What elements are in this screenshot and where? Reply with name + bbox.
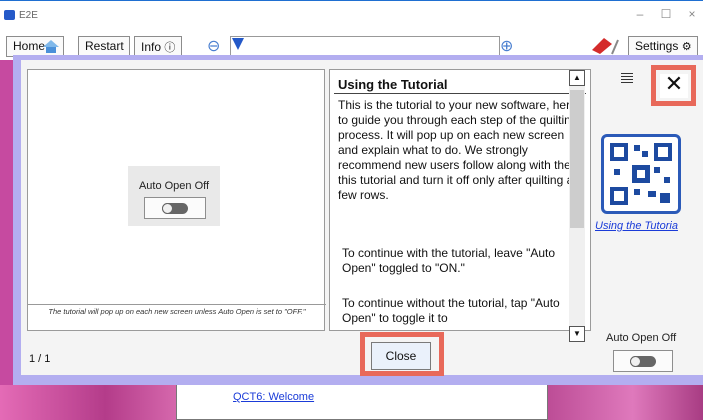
qr-code-icon[interactable] [601, 134, 681, 214]
tutorial-preview-pane: Auto Open Off The tutorial will pop up o… [27, 69, 326, 331]
auto-open-note: The tutorial will pop up on each new scr… [48, 307, 306, 316]
settings-button[interactable]: Settings ⚙ [628, 36, 698, 57]
toggle-knob [162, 203, 173, 214]
tutorial-continue-text: To continue with the tutorial, leave "Au… [342, 246, 556, 275]
minimize-button[interactable]: – [630, 7, 650, 21]
welcome-panel: QCT6: Welcome [176, 382, 548, 420]
house-icon [43, 40, 59, 53]
close-x-icon[interactable]: ✕ [660, 74, 688, 98]
window-close-button[interactable]: × [682, 7, 702, 21]
maximize-button[interactable]: ☐ [656, 7, 676, 21]
text-scrollbar[interactable]: ▲ ▼ [569, 70, 585, 342]
info-button[interactable]: Info ⓘ [134, 36, 182, 57]
toggle-track [162, 203, 188, 214]
close-button[interactable]: Close [371, 342, 431, 370]
close-x-highlight: ✕ [651, 65, 696, 106]
window-title: E2E [19, 10, 38, 21]
zoom-slider[interactable] [230, 36, 500, 56]
info-icon: ⓘ [164, 42, 176, 54]
scroll-thumb[interactable] [570, 90, 584, 228]
title-divider [334, 93, 586, 94]
tutorial-title: Using the Tutorial [338, 77, 448, 92]
title-bar: E2E – ☐ × [0, 0, 703, 34]
tutorial-overlay: Auto Open Off The tutorial will pop up o… [13, 55, 703, 385]
scroll-down-icon[interactable]: ▼ [569, 326, 585, 342]
tutorial-text-pane[interactable]: Using the Tutorial This is the tutorial … [329, 69, 591, 331]
settings-label: Settings [635, 39, 679, 53]
tutorial-skip-text: To continue without the tutorial, tap "A… [342, 296, 560, 325]
gear-icon: ⚙ [681, 41, 692, 53]
auto-open-status-label: Auto Open Off [606, 332, 677, 344]
page-counter: 1 / 1 [29, 353, 51, 365]
restart-button[interactable]: Restart [78, 36, 130, 57]
paint-swatch-icon[interactable] [590, 36, 620, 56]
scroll-up-icon[interactable]: ▲ [569, 70, 585, 86]
toggle-track [630, 356, 656, 367]
auto-open-toggle-preview[interactable] [144, 197, 206, 219]
info-label: Info [141, 40, 162, 54]
app-logo-icon [4, 10, 15, 20]
auto-open-card: Auto Open Off [128, 166, 220, 226]
using-tutorial-link[interactable]: Using the Tutoria [595, 220, 678, 232]
zoom-in-icon[interactable]: ⊕ [500, 36, 513, 56]
slider-pointer-icon [232, 38, 244, 50]
menu-icon[interactable] [620, 71, 634, 85]
auto-open-toggle[interactable] [613, 350, 673, 372]
zoom-out-icon[interactable]: ⊖ [207, 36, 220, 56]
welcome-link[interactable]: QCT6: Welcome [233, 391, 314, 403]
home-button[interactable]: Home [6, 36, 64, 57]
auto-open-label: Auto Open Off [138, 180, 210, 192]
tutorial-panel: Auto Open Off The tutorial will pop up o… [21, 60, 703, 376]
tutorial-body: This is the tutorial to your new softwar… [338, 98, 578, 202]
toggle-knob [630, 356, 641, 367]
divider [28, 304, 326, 305]
